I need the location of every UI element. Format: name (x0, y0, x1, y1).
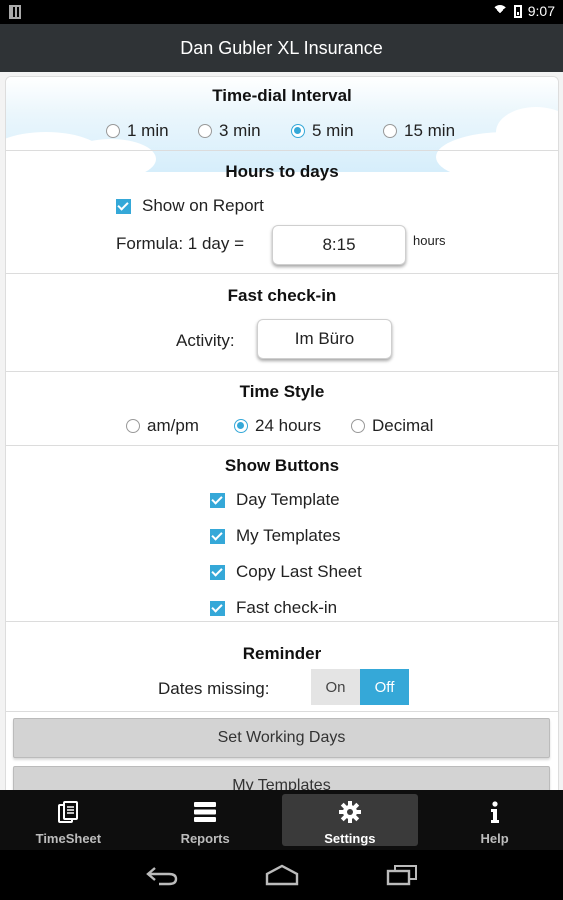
hours-to-days-title: Hours to days (225, 162, 339, 181)
fast-checkin-section: Fast check-in Activity: Im Büro (6, 273, 558, 372)
status-right: 9:07 (492, 3, 555, 19)
radio-decimal[interactable]: Decimal (351, 416, 433, 436)
bottom-tab-bar: TimeSheet Reports Settings Help (0, 790, 563, 850)
set-working-days-button[interactable]: Set Working Days (13, 718, 550, 758)
toggle-off-option[interactable]: Off (360, 669, 409, 705)
timesheet-icon (58, 801, 79, 823)
checkbox-day-template[interactable]: Day Template (210, 490, 340, 510)
checkbox-my-templates[interactable]: My Templates (210, 526, 341, 546)
radio-15min[interactable]: 15 min (383, 121, 455, 141)
radio-3min[interactable]: 3 min (198, 121, 261, 141)
radio-ampm[interactable]: am/pm (126, 416, 199, 436)
settings-card: Time-dial Interval 1 min 3 min 5 min 15 … (5, 76, 559, 790)
show-on-report-checkbox[interactable]: Show on Report (116, 196, 264, 216)
my-templates-button[interactable]: My Templates (13, 766, 550, 790)
settings-content[interactable]: Time-dial Interval 1 min 3 min 5 min 15 … (0, 72, 563, 790)
checkbox-checked-icon (210, 528, 225, 544)
time-dial-section: Time-dial Interval 1 min 3 min 5 min 15 … (6, 77, 558, 151)
radio-icon (198, 124, 212, 138)
hours-to-days-section: Hours to days Show on Report Formula: 1 … (6, 150, 558, 274)
radio-5min[interactable]: 5 min (291, 121, 354, 141)
checkbox-checked-icon (210, 600, 225, 616)
radio-24hours[interactable]: 24 hours (234, 416, 321, 436)
system-navigation-bar (0, 850, 563, 900)
back-icon[interactable] (145, 864, 179, 886)
time-dial-title: Time-dial Interval (212, 86, 352, 105)
tab-settings[interactable]: Settings (281, 794, 419, 846)
home-icon[interactable] (264, 864, 300, 886)
radio-icon (383, 124, 397, 138)
info-icon (490, 801, 499, 823)
radio-selected-icon (291, 124, 305, 138)
battery-icon (513, 4, 522, 18)
tab-timesheet[interactable]: TimeSheet (0, 790, 137, 850)
checkbox-checked-icon (210, 564, 225, 580)
notification-icon (9, 5, 21, 19)
reports-icon (194, 802, 217, 822)
radio-selected-icon (234, 419, 248, 433)
radio-icon (106, 124, 120, 138)
time-style-title: Time Style (239, 382, 325, 401)
formula-label: Formula: 1 day = (116, 234, 245, 253)
tab-reports[interactable]: Reports (137, 790, 274, 850)
show-buttons-title: Show Buttons (224, 456, 340, 475)
dates-missing-toggle[interactable]: On Off (311, 669, 409, 705)
checkbox-checked-icon (210, 492, 225, 508)
checkbox-fast-checkin[interactable]: Fast check-in (210, 598, 337, 618)
status-bar: 9:07 (0, 0, 563, 24)
time-style-section: Time Style am/pm 24 hours Decimal (6, 371, 558, 446)
reminder-section: Reminder Dates missing: On Off (6, 621, 558, 712)
app-title: Dan Gubler XL Insurance (180, 37, 383, 58)
recent-apps-icon[interactable] (385, 864, 419, 886)
activity-button[interactable]: Im Büro (257, 319, 392, 359)
toggle-on-option[interactable]: On (311, 669, 360, 705)
checkbox-checked-icon (116, 198, 131, 214)
fast-checkin-title: Fast check-in (227, 286, 337, 305)
show-buttons-section: Show Buttons Day Template My Templates C… (6, 445, 558, 622)
activity-label: Activity: (176, 331, 235, 350)
checkbox-copy-last-sheet[interactable]: Copy Last Sheet (210, 562, 362, 582)
status-time: 9:07 (527, 3, 555, 19)
wifi-icon (492, 5, 508, 17)
radio-1min[interactable]: 1 min (106, 121, 169, 141)
reminder-title: Reminder (242, 644, 322, 663)
app-title-bar: Dan Gubler XL Insurance (0, 24, 563, 73)
gear-icon (338, 801, 361, 823)
radio-icon (351, 419, 365, 433)
hours-unit-label: hours (413, 233, 446, 248)
formula-value-field[interactable]: 8:15 (272, 225, 406, 265)
dates-missing-label: Dates missing: (158, 679, 270, 698)
tab-help[interactable]: Help (426, 790, 563, 850)
radio-icon (126, 419, 140, 433)
